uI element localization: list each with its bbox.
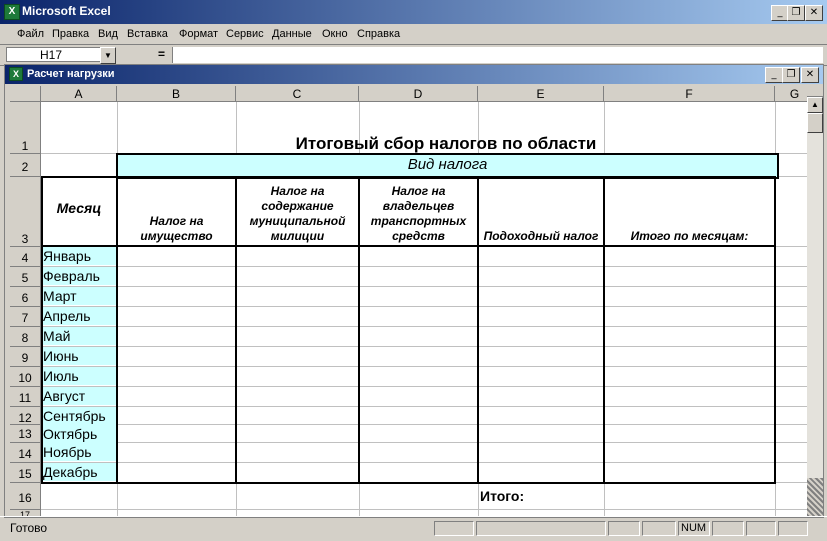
- formula-bar: H17 ▼ =: [0, 45, 827, 66]
- status-num: NUM: [678, 521, 710, 536]
- menu-window[interactable]: Окно: [322, 28, 348, 40]
- worksheet-grid[interactable]: A B C D E F G 1 2 3 4 5 6 7 8 9 10 11 12…: [10, 86, 807, 517]
- menu-view[interactable]: Вид: [98, 28, 118, 40]
- app-title-bar: X Microsoft Excel _ ❐ ✕: [0, 0, 827, 24]
- wb-close-button[interactable]: ✕: [801, 67, 819, 83]
- vertical-scrollbar[interactable]: ▲: [807, 86, 823, 517]
- status-panel: [608, 521, 640, 536]
- excel-icon[interactable]: X: [4, 4, 20, 20]
- equals-sign[interactable]: =: [158, 47, 165, 61]
- split-handle[interactable]: [807, 86, 823, 97]
- scroll-thumb[interactable]: [807, 113, 823, 133]
- total-label[interactable]: Итого:: [480, 488, 524, 504]
- menu-bar: Файл Правка Вид Вставка Формат Сервис Да…: [0, 24, 827, 45]
- workbook-window: X Расчет нагрузки _ ❐ ✕ A B C D E F G 1 …: [4, 64, 824, 518]
- status-panel: [434, 521, 474, 536]
- scroll-up-icon[interactable]: ▲: [807, 97, 823, 113]
- workbook-title: Расчет нагрузки: [27, 68, 115, 80]
- menu-format[interactable]: Формат: [179, 28, 218, 40]
- formula-input[interactable]: [172, 47, 823, 63]
- chevron-down-icon[interactable]: ▼: [100, 47, 116, 64]
- status-ready: Готово: [10, 521, 48, 535]
- table-borders: [41, 176, 776, 484]
- app-title: Microsoft Excel: [22, 4, 111, 18]
- menu-tools[interactable]: Сервис: [226, 28, 264, 40]
- status-panel: [476, 521, 606, 536]
- menu-data[interactable]: Данные: [272, 28, 312, 40]
- app-restore-button[interactable]: ❐: [787, 5, 805, 21]
- status-bar: Готово NUM: [0, 516, 827, 541]
- menu-insert[interactable]: Вставка: [127, 28, 168, 40]
- status-panel: [642, 521, 676, 536]
- wb-minimize-button[interactable]: _: [765, 67, 783, 83]
- scroll-track[interactable]: [807, 478, 823, 516]
- menu-help[interactable]: Справка: [357, 28, 400, 40]
- app-close-button[interactable]: ✕: [805, 5, 823, 21]
- workbook-title-bar: X Расчет нагрузки _ ❐ ✕: [5, 65, 823, 84]
- workbook-icon[interactable]: X: [9, 67, 23, 81]
- status-panel: [712, 521, 744, 536]
- menu-file[interactable]: Файл: [17, 28, 44, 40]
- status-panel: [746, 521, 776, 536]
- status-panel: [778, 521, 808, 536]
- menu-edit[interactable]: Правка: [52, 28, 89, 40]
- name-box[interactable]: H17: [6, 47, 101, 62]
- wb-restore-button[interactable]: ❐: [782, 67, 800, 83]
